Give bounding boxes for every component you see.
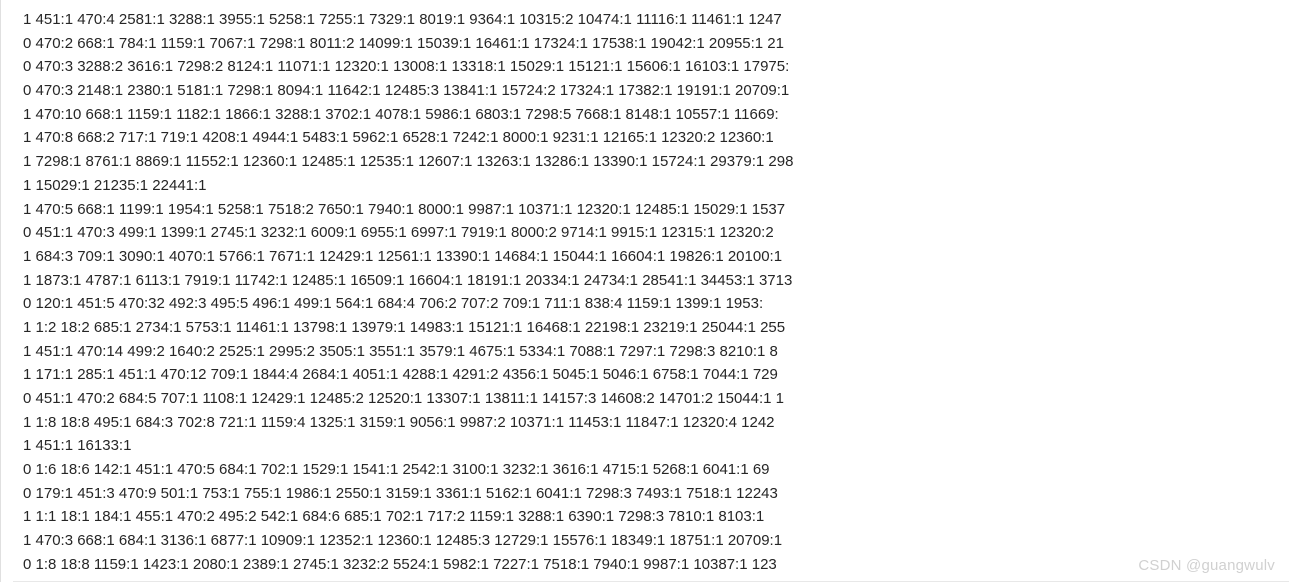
file-line: 1 171:1 285:1 451:1 470:12 709:1 1844:4 … bbox=[23, 363, 1301, 387]
file-line: 1 1:2 18:2 685:1 2734:1 5753:1 11461:1 1… bbox=[23, 316, 1301, 340]
file-line: 1 1:1 18:1 184:1 455:1 470:2 495:2 542:1… bbox=[23, 505, 1301, 529]
file-line: 0 451:1 470:2 684:5 707:1 1108:1 12429:1… bbox=[23, 387, 1301, 411]
file-line: 0 470:3 3288:2 3616:1 7298:2 8124:1 1107… bbox=[23, 55, 1301, 79]
file-content: 1 451:1 470:4 2581:1 3288:1 3955:1 5258:… bbox=[23, 8, 1301, 577]
file-line: 1 15029:1 21235:1 22441:1 bbox=[23, 174, 1301, 198]
file-line: 1 470:5 668:1 1199:1 1954:1 5258:1 7518:… bbox=[23, 198, 1301, 222]
file-line: 0 451:1 470:3 499:1 1399:1 2745:1 3232:1… bbox=[23, 221, 1301, 245]
file-line: 1 1:8 18:8 495:1 684:3 702:8 721:1 1159:… bbox=[23, 411, 1301, 435]
file-line: 0 470:2 668:1 784:1 1159:1 7067:1 7298:1… bbox=[23, 32, 1301, 56]
file-line: 0 1:6 18:6 142:1 451:1 470:5 684:1 702:1… bbox=[23, 458, 1301, 482]
file-line: 0 470:3 2148:1 2380:1 5181:1 7298:1 8094… bbox=[23, 79, 1301, 103]
file-line: 1 470:10 668:1 1159:1 1182:1 1866:1 3288… bbox=[23, 103, 1301, 127]
file-line: 0 120:1 451:5 470:32 492:3 495:5 496:1 4… bbox=[23, 292, 1301, 316]
file-line: 1 1873:1 4787:1 6113:1 7919:1 11742:1 12… bbox=[23, 269, 1301, 293]
text-viewer: 1 451:1 470:4 2581:1 3288:1 3955:1 5258:… bbox=[0, 0, 1301, 582]
file-line: 1 470:3 668:1 684:1 3136:1 6877:1 10909:… bbox=[23, 529, 1301, 553]
file-line: 1 7298:1 8761:1 8869:1 11552:1 12360:1 1… bbox=[23, 150, 1301, 174]
file-line: 1 451:1 470:14 499:2 1640:2 2525:1 2995:… bbox=[23, 340, 1301, 364]
file-line: 1 451:1 16133:1 bbox=[23, 434, 1301, 458]
file-line: 1 684:3 709:1 3090:1 4070:1 5766:1 7671:… bbox=[23, 245, 1301, 269]
file-line: 0 179:1 451:3 470:9 501:1 753:1 755:1 19… bbox=[23, 482, 1301, 506]
file-line: 1 470:8 668:2 717:1 719:1 4208:1 4944:1 … bbox=[23, 126, 1301, 150]
file-line: 0 1:8 18:8 1159:1 1423:1 2080:1 2389:1 2… bbox=[23, 553, 1301, 577]
file-line: 1 451:1 470:4 2581:1 3288:1 3955:1 5258:… bbox=[23, 8, 1301, 32]
